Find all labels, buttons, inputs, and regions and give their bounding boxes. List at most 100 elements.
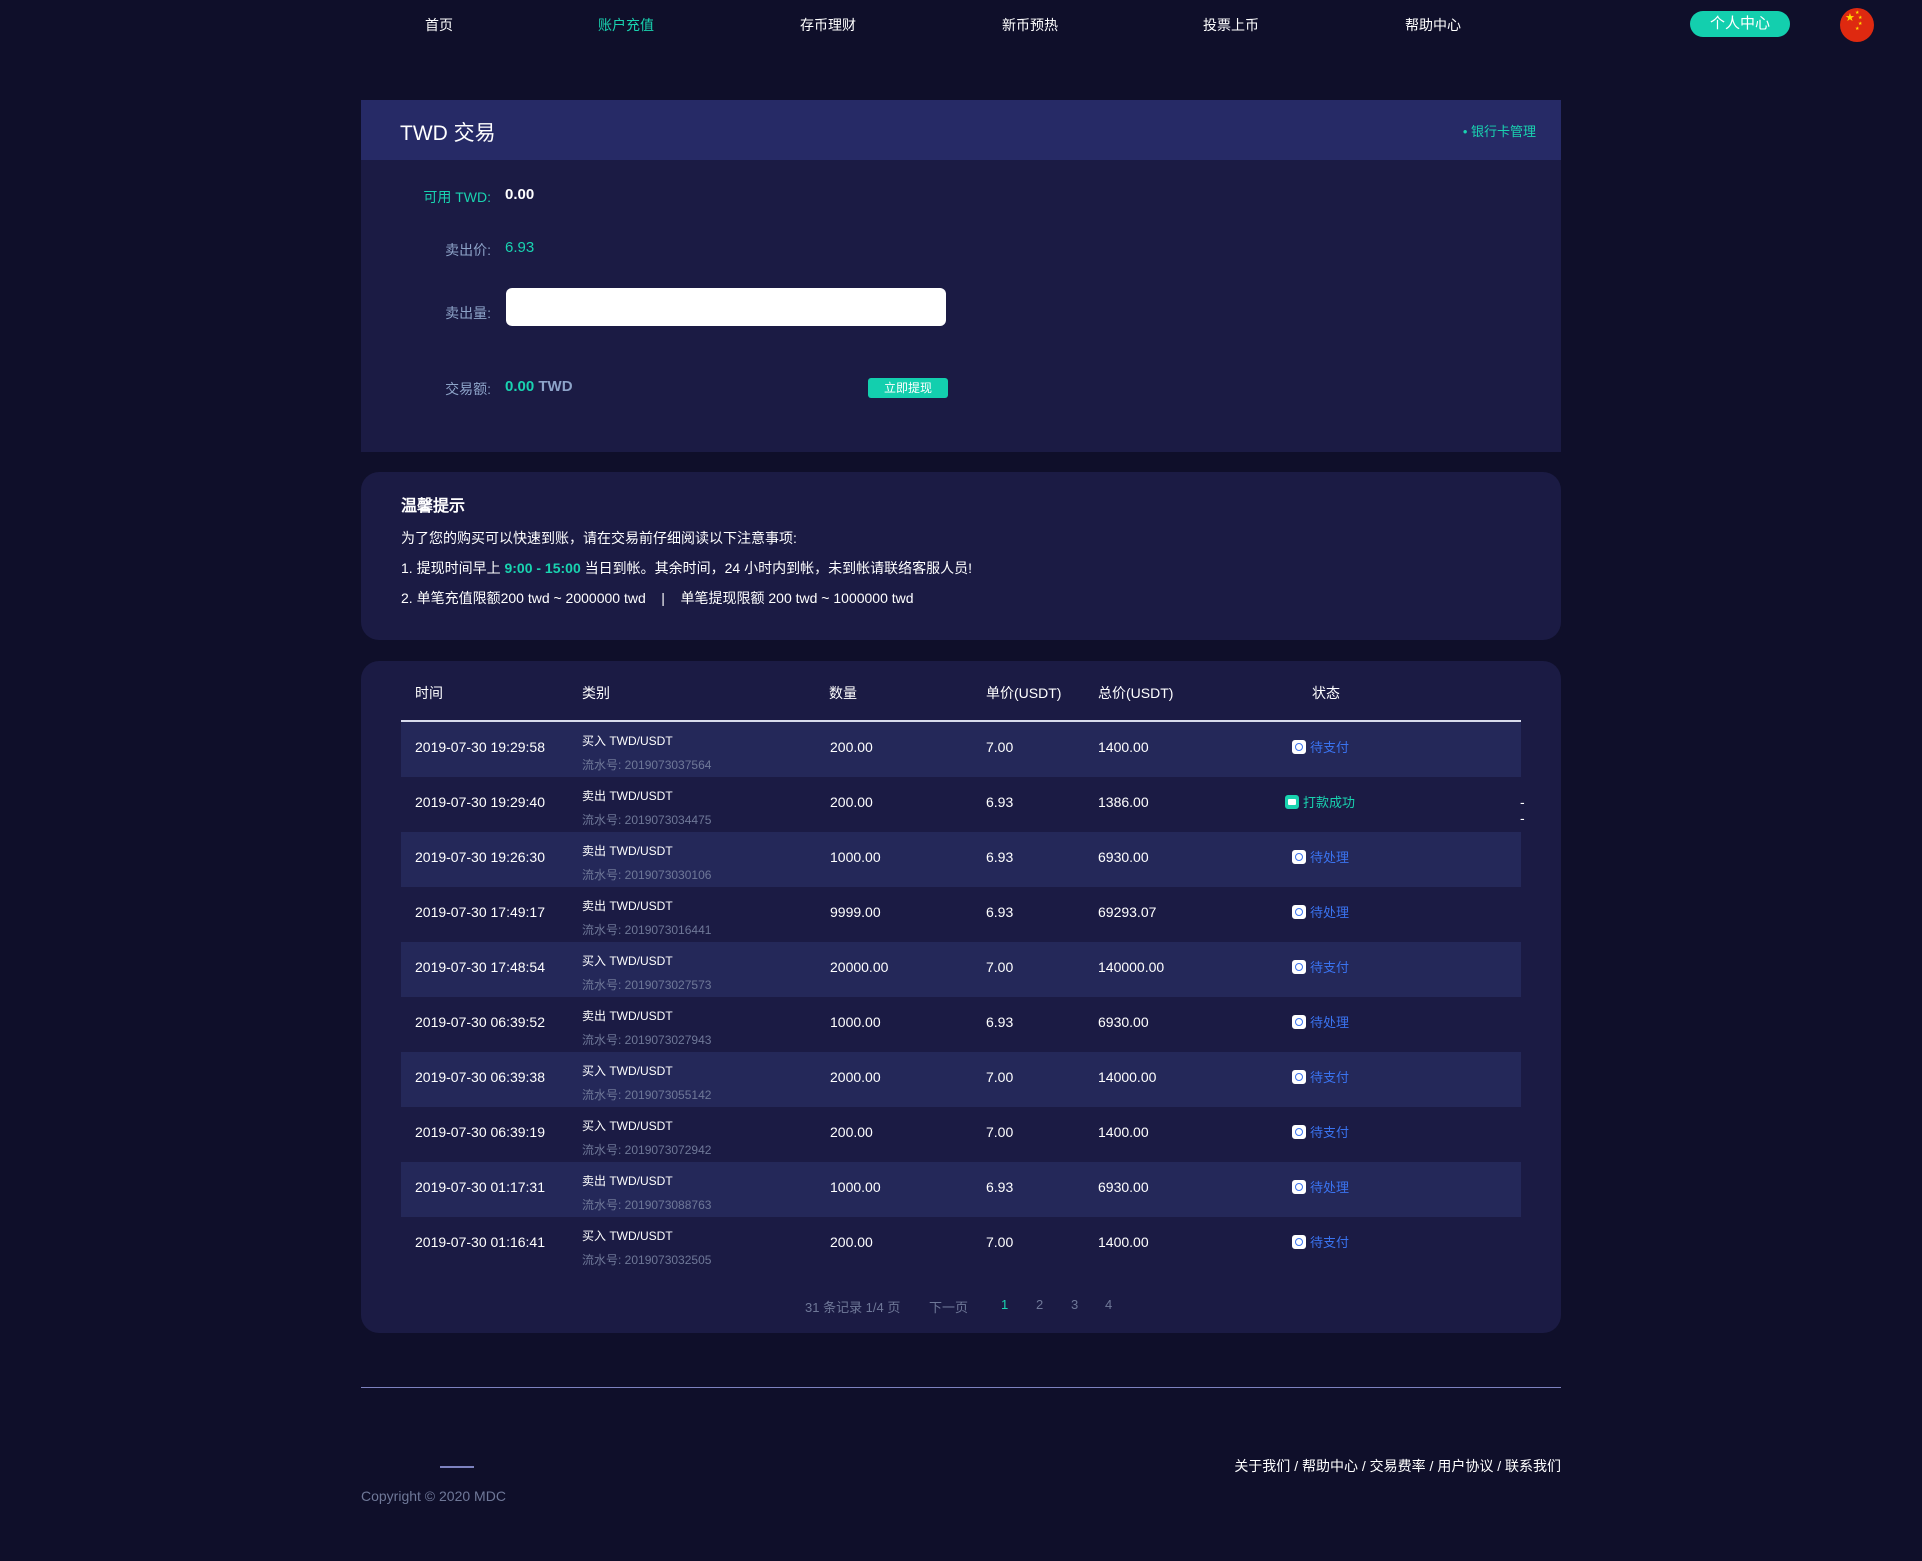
nav-item-account-recharge[interactable]: 账户充值 <box>598 15 654 35</box>
row-type: 买入 TWD/USDT <box>582 954 673 968</box>
row-status[interactable]: 待支付 <box>1292 957 1349 976</box>
row-unit-price: 6.93 <box>986 1179 1014 1195</box>
table-row: 2019-07-30 19:29:58 买入 TWD/USDT 流水号: 20190… <box>401 722 1521 777</box>
row-time: 2019-07-30 01:17:31 <box>415 1179 545 1195</box>
china-flag-icon[interactable]: ★ ★ ★ ★ ★ <box>1840 8 1874 42</box>
row-status[interactable]: 待支付 <box>1292 737 1349 756</box>
footer-link-fees[interactable]: 交易费率 <box>1370 1458 1426 1474</box>
row-unit-price: 7.00 <box>986 959 1014 975</box>
sell-price-value: 6.93 <box>505 239 535 256</box>
pagination-page-2[interactable]: 2 <box>1036 1297 1043 1312</box>
row-time: 2019-07-30 06:39:19 <box>415 1124 545 1140</box>
clock-icon <box>1292 905 1306 919</box>
table-row: 2019-07-30 06:39:38 买入 TWD/USDT 流水号: 20190… <box>401 1052 1521 1107</box>
footer-link-contact[interactable]: 联系我们 <box>1505 1458 1561 1474</box>
footer-divider <box>361 1387 1561 1388</box>
row-status[interactable]: 待处理 <box>1292 902 1349 921</box>
row-unit-price: 6.93 <box>986 849 1014 865</box>
row-unit-price: 6.93 <box>986 904 1014 920</box>
pagination-summary: 31 条记录 1/4 页 <box>805 1300 901 1315</box>
trade-total-currency: TWD <box>538 378 573 395</box>
clock-icon <box>1292 850 1306 864</box>
pagination-page-1[interactable]: 1 <box>1001 1297 1008 1312</box>
pagination-page-3[interactable]: 3 <box>1071 1297 1078 1312</box>
clock-icon <box>1292 740 1306 754</box>
row-time: 2019-07-30 17:49:17 <box>415 904 545 920</box>
row-serial-number: 流水号: 2019073055142 <box>582 1088 712 1102</box>
withdraw-now-button[interactable]: 立即提现 <box>868 378 948 398</box>
row-status[interactable]: 待处理 <box>1292 847 1349 866</box>
transactions-table: 时间 类别 数量 单价(USDT) 总价(USDT) 状态 2019-07-30… <box>361 661 1561 1333</box>
row-serial-number: 流水号: 2019073034475 <box>582 813 712 827</box>
row-type: 买入 TWD/USDT <box>582 1229 673 1243</box>
pagination-next[interactable]: 下一页 <box>929 1297 968 1316</box>
row-type: 卖出 TWD/USDT <box>582 844 673 858</box>
row-status[interactable]: 打款成功 <box>1285 792 1355 811</box>
row-status[interactable]: 待处理 <box>1292 1177 1349 1196</box>
sell-price-label: 卖出价: <box>445 242 491 258</box>
row-status[interactable]: 待支付 <box>1292 1232 1349 1251</box>
tips-line-1: 1. 提现时间早上 9:00 - 15:00 当日到帐。其余时间，24 小时内到… <box>401 558 972 578</box>
row-time: 2019-07-30 19:29:40 <box>415 794 545 810</box>
row-serial-number: 流水号: 2019073032505 <box>582 1253 712 1267</box>
nav-item-savings[interactable]: 存币理财 <box>800 15 856 35</box>
footer-link-help[interactable]: 帮助中心 <box>1302 1458 1358 1474</box>
row-status[interactable]: 待支付 <box>1292 1122 1349 1141</box>
nav-item-home[interactable]: 首页 <box>425 15 453 35</box>
table-row: 2019-07-30 19:26:30 卖出 TWD/USDT 流水号: 20190… <box>401 832 1521 887</box>
copyright: Copyright © 2020 MDC <box>361 1488 506 1504</box>
row-status[interactable]: 待支付 <box>1292 1067 1349 1086</box>
row-status-label: 待支付 <box>1310 740 1350 755</box>
row-total-price: 1400.00 <box>1098 1234 1149 1250</box>
row-type: 买入 TWD/USDT <box>582 1119 673 1133</box>
clock-icon <box>1292 960 1306 974</box>
footer-separator: / <box>1425 1458 1438 1474</box>
row-serial-number: 流水号: 2019073027573 <box>582 978 712 992</box>
user-center-button[interactable]: 个人中心 <box>1690 11 1790 37</box>
row-unit-price: 6.93 <box>986 1014 1014 1030</box>
nav-item-new-coins[interactable]: 新币预热 <box>1002 15 1058 35</box>
footer-link-about[interactable]: 关于我们 <box>1234 1458 1290 1474</box>
clock-icon <box>1292 1125 1306 1139</box>
row-quantity: 9999.00 <box>830 904 881 920</box>
row-total-price: 1400.00 <box>1098 739 1149 755</box>
row-quantity: 200.00 <box>830 739 873 755</box>
column-header-status: 状态 <box>1312 685 1340 701</box>
row-quantity: 200.00 <box>830 794 873 810</box>
page-title: TWD 交易 <box>400 122 496 145</box>
column-header-quantity: 数量 <box>829 685 857 701</box>
row-status-label: 待处理 <box>1310 1015 1350 1030</box>
trade-total: 0.00 TWD <box>505 378 573 395</box>
nav-item-vote-listing[interactable]: 投票上币 <box>1203 15 1259 35</box>
footer-link-agreement[interactable]: 用户协议 <box>1437 1458 1493 1474</box>
bank-card-management-link[interactable]: • 银行卡管理 <box>1463 121 1536 140</box>
row-unit-price: 7.00 <box>986 1124 1014 1140</box>
table-row: 2019-07-30 06:39:19 买入 TWD/USDT 流水号: 20190… <box>401 1107 1521 1162</box>
row-total-price: 1400.00 <box>1098 1124 1149 1140</box>
pagination-page-4[interactable]: 4 <box>1105 1297 1112 1312</box>
row-quantity: 20000.00 <box>830 959 889 975</box>
column-header-total-price: 总价(USDT) <box>1098 685 1174 701</box>
table-row: 2019-07-30 01:17:31 卖出 TWD/USDT 流水号: 20190… <box>401 1162 1521 1217</box>
sell-amount-input[interactable] <box>506 288 946 326</box>
row-total-price: 69293.07 <box>1098 904 1157 920</box>
clock-icon <box>1292 1235 1306 1249</box>
tips-panel: 温馨提示 为了您的购买可以快速到账，请在交易前仔细阅读以下注意事项: 1. 提现… <box>361 472 1561 640</box>
table-row: 2019-07-30 17:48:54 买入 TWD/USDT 流水号: 20190… <box>401 942 1521 997</box>
footer-separator: / <box>1493 1458 1505 1474</box>
row-time: 2019-07-30 19:26:30 <box>415 849 545 865</box>
row-serial-number: 流水号: 2019073030106 <box>582 868 712 882</box>
row-quantity: 1000.00 <box>830 1179 881 1195</box>
row-status-label: 待处理 <box>1310 1180 1350 1195</box>
top-navigation: 首页 账户充值 存币理财 新币预热 投票上币 帮助中心 个人中心 ★ ★ ★ ★… <box>0 0 1922 50</box>
table-row: 2019-07-30 19:29:40 卖出 TWD/USDT 流水号: 20190… <box>401 777 1525 832</box>
row-quantity: 1000.00 <box>830 1014 881 1030</box>
trade-header: TWD 交易 • 银行卡管理 <box>361 100 1561 160</box>
row-status[interactable]: 待处理 <box>1292 1012 1349 1031</box>
row-type: 卖出 TWD/USDT <box>582 1174 673 1188</box>
nav-item-help-center[interactable]: 帮助中心 <box>1405 15 1461 35</box>
row-total-price: 14000.00 <box>1098 1069 1157 1085</box>
row-total-price: 6930.00 <box>1098 1014 1149 1030</box>
clock-icon <box>1292 1180 1306 1194</box>
column-header-type: 类别 <box>582 685 610 701</box>
